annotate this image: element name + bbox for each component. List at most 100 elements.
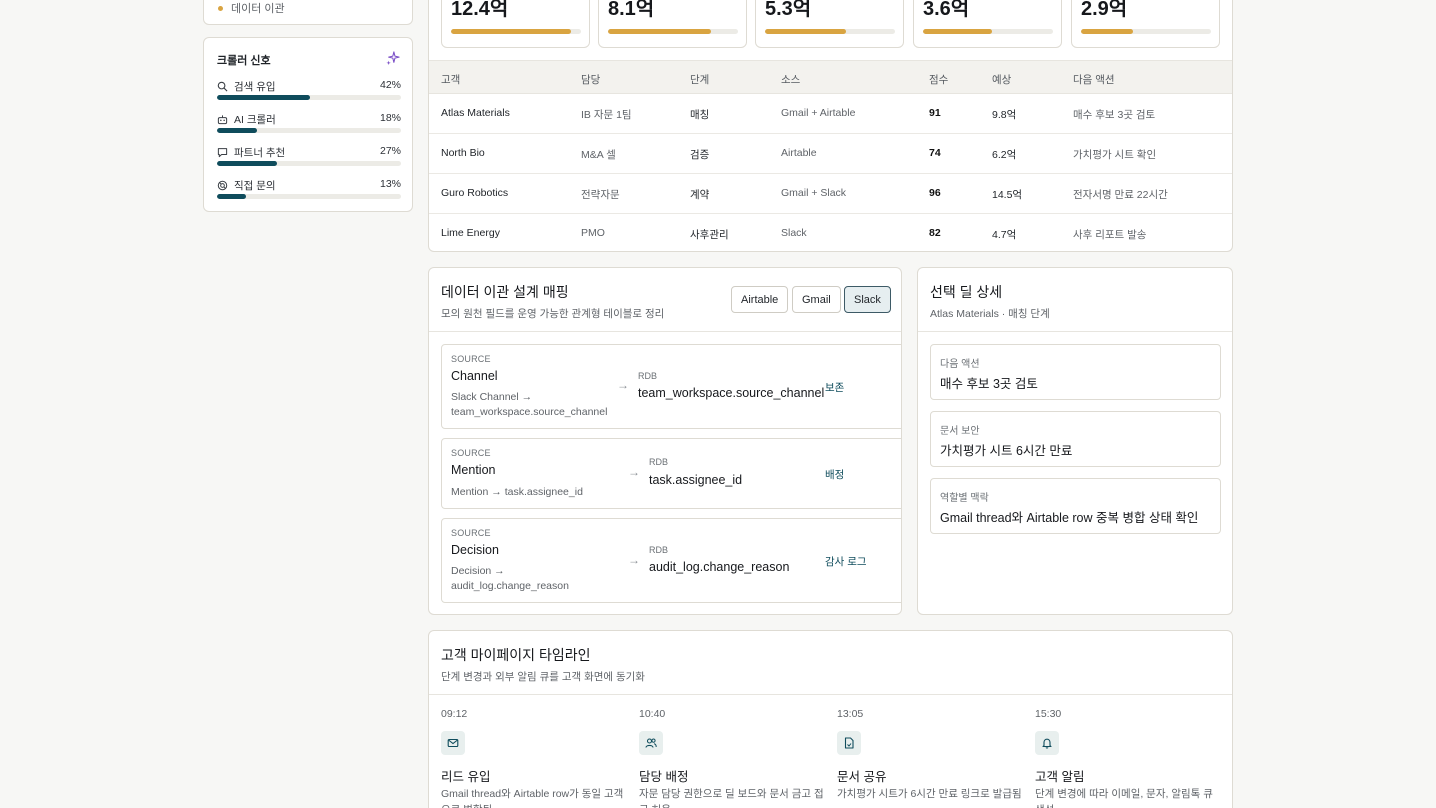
mail-icon	[447, 738, 459, 748]
source-field: Mention	[451, 463, 496, 477]
mapping-card-decision[interactable]: SOURCE Decision Decision → audit_log.cha…	[441, 518, 901, 603]
source-tag: SOURCE	[451, 354, 491, 364]
cell-customer: Atlas Materials	[441, 107, 510, 119]
sparkle-icon[interactable]	[386, 51, 400, 65]
cell-source: Gmail + Slack	[781, 187, 847, 199]
kpi-card[interactable]: 5.3억	[755, 0, 904, 48]
sidebar-item-data-migration[interactable]: 데이터 이관	[218, 0, 285, 16]
event-desc: 가치평가 시트가 6시간 만료 링크로 발급됨	[837, 788, 1022, 800]
crawler-signals-card: 크롤러 신호 검색 유입 42% AI 크롤러 18% 파트너 추천 27% 직…	[203, 37, 413, 212]
mapping-policy: 배정	[825, 469, 845, 481]
signal-row-search: 검색 유입 42%	[217, 79, 401, 100]
kpi-card[interactable]: 12.4억	[441, 0, 590, 48]
col-header-owner[interactable]: 담당	[581, 72, 600, 87]
timeline-event[interactable]: 15:30 고객 알림 단계 변경에 따라 이메일, 문자, 알림톡 큐 생성	[1035, 708, 1225, 808]
kpi-card[interactable]: 2.9억	[1071, 0, 1220, 48]
mapping-policy: 보존	[825, 382, 845, 394]
table-row[interactable]: Atlas Materials IB 자문 1팀 매칭 Gmail + Airt…	[429, 94, 1232, 134]
source-tag: SOURCE	[451, 448, 491, 458]
kpi-value: 8.1억	[608, 0, 655, 20]
detail-field-doc-security: 문서 보안 가치평가 시트 6시간 만료	[930, 411, 1221, 467]
kpi-bar-fill	[1081, 29, 1133, 34]
cell-stage: 사후관리	[690, 229, 729, 241]
signal-percent: 13%	[379, 178, 401, 190]
col-header-source[interactable]: 소스	[781, 72, 800, 87]
bell-icon	[1042, 738, 1052, 749]
event-icon-box	[639, 731, 663, 755]
kpi-card[interactable]: 8.1억	[598, 0, 747, 48]
tab-airtable[interactable]: Airtable	[731, 286, 789, 313]
cell-score: 91	[929, 107, 941, 119]
kpi-value: 3.6억	[923, 0, 970, 20]
signal-percent: 27%	[379, 145, 401, 157]
cell-score: 96	[929, 187, 941, 199]
detail-label: 문서 보안	[940, 426, 980, 437]
divider	[429, 694, 1232, 695]
kpi-value: 5.3억	[765, 0, 812, 20]
signal-label: 파트너 추천	[234, 147, 286, 159]
active-dot-icon	[218, 5, 223, 11]
signal-bar	[217, 194, 401, 199]
divider	[429, 331, 901, 332]
mapping-card-channel[interactable]: SOURCE Channel Slack Channel → team_work…	[441, 344, 901, 429]
timeline-event[interactable]: 13:05 문서 공유 가치평가 시트가 6시간 만료 링크로 발급됨	[837, 708, 1027, 800]
event-desc: 단계 변경에 따라 이메일, 문자, 알림톡 큐 생성	[1035, 788, 1213, 808]
kpi-bar-fill	[923, 29, 992, 34]
tab-gmail[interactable]: Gmail	[792, 286, 841, 313]
cell-estimate: 14.5억	[992, 189, 1023, 201]
mapping-card-mention[interactable]: SOURCE Mention Mention → task.assignee_i…	[441, 438, 901, 509]
signal-row-partner: 파트너 추천 27%	[217, 145, 401, 166]
col-header-customer[interactable]: 고객	[441, 72, 460, 87]
signal-label: AI 크롤러	[234, 114, 276, 126]
deals-table-header: 고객 담당 단계 소스 점수 예상 다음 액션	[429, 60, 1232, 94]
kpi-card[interactable]: 3.6억	[913, 0, 1062, 48]
signal-bar	[217, 128, 401, 133]
table-row[interactable]: Lime Energy PMO 사후관리 Slack 82 4.7억 사후 리포…	[429, 214, 1232, 254]
divider	[918, 331, 1232, 332]
signal-row-direct: 직접 문의 13%	[217, 178, 401, 199]
table-row[interactable]: Guro Robotics 전략자문 계약 Gmail + Slack 96 1…	[429, 174, 1232, 214]
mapping-title: 데이터 이관 설계 매핑	[441, 284, 569, 300]
arrow-right-icon: →	[628, 553, 640, 567]
source-desc: Decision → audit_log.change_reason	[451, 565, 569, 592]
detail-label: 역할별 맥락	[940, 493, 989, 504]
signal-bar-fill	[217, 161, 277, 166]
kpi-bar	[608, 29, 738, 34]
timeline-event[interactable]: 10:40 담당 배정 자문 담당 권한으로 딜 보드와 문서 금고 접근 허용	[639, 708, 829, 808]
support-icon	[217, 180, 228, 191]
detail-value: 가치평가 시트 6시간 만료	[940, 444, 1073, 458]
source-tag: SOURCE	[451, 528, 491, 538]
timeline-title: 고객 마이페이지 타임라인	[441, 647, 591, 663]
event-time: 15:30	[1035, 708, 1062, 720]
signal-bar	[217, 95, 401, 100]
rdb-target: task.assignee_id	[649, 473, 743, 487]
data-mapping-panel: 데이터 이관 설계 매핑 모의 원천 필드를 운영 가능한 관계형 테이블로 정…	[428, 267, 902, 615]
col-header-next-action[interactable]: 다음 액션	[1073, 72, 1115, 87]
col-header-stage[interactable]: 단계	[690, 72, 709, 87]
cell-owner: PMO	[581, 227, 605, 239]
signal-label: 직접 문의	[234, 180, 276, 192]
detail-subtitle: Atlas Materials · 매칭 단계	[930, 308, 1050, 320]
kpi-value: 12.4억	[451, 0, 509, 20]
cell-estimate: 6.2억	[992, 149, 1017, 161]
cell-estimate: 4.7억	[992, 229, 1017, 241]
kpi-bar-fill	[608, 29, 711, 34]
cell-next-action: 전자서명 만료 22시간	[1073, 189, 1168, 201]
table-row[interactable]: North Bio M&A 셀 검증 Airtable 74 6.2억 가치평가…	[429, 134, 1232, 174]
signal-row-ai-crawler: AI 크롤러 18%	[217, 112, 401, 133]
detail-title: 선택 딜 상세	[930, 284, 1003, 300]
kpi-bar	[765, 29, 895, 34]
col-header-estimate[interactable]: 예상	[992, 72, 1011, 87]
detail-label: 다음 액션	[940, 359, 980, 370]
tab-slack[interactable]: Slack	[844, 286, 891, 313]
event-desc: 자문 담당 권한으로 딜 보드와 문서 금고 접근 허용	[639, 788, 824, 808]
event-icon-box	[441, 731, 465, 755]
source-desc: Slack Channel → team_workspace.source_ch…	[451, 391, 608, 418]
users-icon	[645, 738, 657, 748]
cell-customer: Guro Robotics	[441, 187, 509, 199]
kpi-value: 2.9억	[1081, 0, 1128, 20]
event-icon-box	[837, 731, 861, 755]
col-header-score[interactable]: 점수	[929, 72, 948, 87]
signal-bar-fill	[217, 194, 246, 199]
timeline-event[interactable]: 09:12 리드 유입 Gmail thread와 Airtable row가 …	[441, 708, 631, 808]
